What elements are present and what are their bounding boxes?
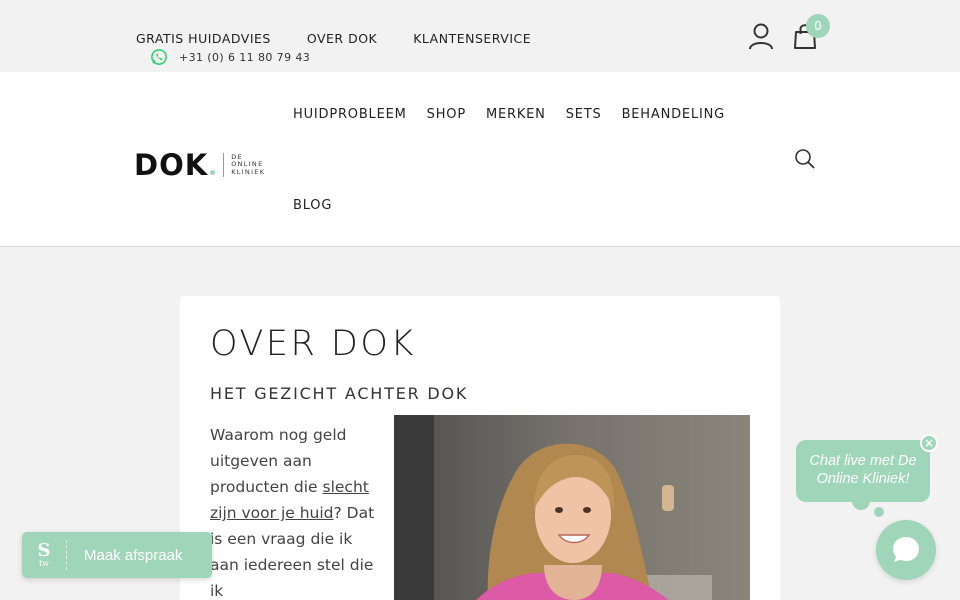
nav-item-huidprobleem[interactable]: HUIDPROBLEEM: [293, 107, 407, 122]
chat-bubble-tail-small: [874, 507, 884, 517]
nav-item-shop[interactable]: SHOP: [427, 107, 466, 122]
logo-sub-line-3: KLINIEK: [231, 167, 266, 176]
cart-count-badge: 0: [806, 14, 830, 38]
nav-item-sets[interactable]: SETS: [566, 107, 602, 122]
content-card: OVER DOK HET GEZICHT ACHTER DOK Waarom n…: [180, 296, 780, 600]
whatsapp-icon: [151, 49, 167, 65]
appointment-logo-s: S: [37, 539, 51, 561]
whatsapp-phone[interactable]: +31 (0) 6 11 80 79 43: [150, 48, 310, 66]
chat-icon: [893, 537, 919, 562]
founder-photo: [394, 415, 750, 600]
appointment-logo-tw: tw: [38, 558, 50, 568]
chat-bubble-tail-large: [852, 492, 870, 510]
founder-photo-illustration: [394, 415, 750, 600]
appointment-label: Maak afspraak: [84, 546, 183, 564]
nav-item-merken[interactable]: MERKEN: [486, 107, 546, 122]
user-account-icon[interactable]: [748, 22, 774, 50]
main-header: DOK DE ONLINE KLINIEK HUIDPROBLEEM SHOP …: [0, 72, 960, 247]
main-nav: HUIDPROBLEEM SHOP MERKEN SETS BEHANDELIN…: [293, 107, 725, 122]
logo-word: DOK: [134, 148, 209, 182]
appointment-logo: S tw: [22, 539, 66, 568]
page-title: OVER DOK: [210, 324, 416, 364]
search-icon[interactable]: [794, 148, 816, 170]
dok-logo[interactable]: DOK DE ONLINE KLINIEK: [134, 148, 265, 182]
appointment-divider: [66, 540, 67, 570]
logo-dot: [210, 170, 216, 175]
top-nav: GRATIS HUIDADVIES OVER DOK KLANTENSERVIC…: [136, 31, 531, 46]
page-subtitle: HET GEZICHT ACHTER DOK: [210, 384, 469, 403]
nav-blog-row: BLOG: [293, 194, 332, 213]
logo-subtitle: DE ONLINE KLINIEK: [231, 153, 266, 177]
top-link-over-dok[interactable]: OVER DOK: [307, 31, 377, 46]
chat-launcher-button[interactable]: [876, 520, 936, 580]
top-link-klantenservice[interactable]: KLANTENSERVICE: [413, 31, 531, 46]
phone-number: +31 (0) 6 11 80 79 43: [179, 50, 311, 64]
intro-paragraph: Waarom nog geld uitgeven aan producten d…: [210, 422, 380, 600]
appointment-button[interactable]: S tw Maak afspraak: [22, 532, 212, 578]
logo-separator: [223, 153, 225, 177]
top-bar: GRATIS HUIDADVIES OVER DOK KLANTENSERVIC…: [0, 0, 960, 72]
nav-item-blog[interactable]: BLOG: [293, 198, 332, 213]
nav-item-behandeling[interactable]: BEHANDELING: [622, 107, 725, 122]
chat-close-icon[interactable]: ×: [920, 434, 938, 452]
top-link-gratis-huidadvies[interactable]: GRATIS HUIDADVIES: [136, 31, 271, 46]
